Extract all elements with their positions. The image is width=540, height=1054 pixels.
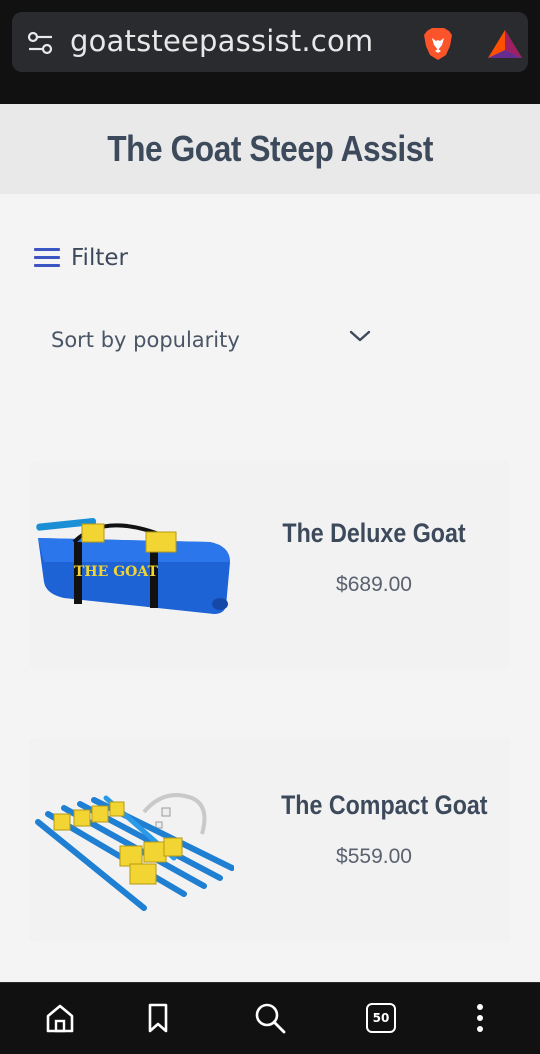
search-icon[interactable] bbox=[253, 1001, 287, 1035]
home-icon[interactable] bbox=[43, 1001, 77, 1035]
url-text[interactable]: goatsteepassist.com bbox=[70, 24, 373, 58]
tune-icon[interactable] bbox=[26, 28, 56, 58]
brave-lion-icon[interactable] bbox=[420, 26, 456, 62]
product-name[interactable]: The Compact Goat bbox=[281, 790, 487, 821]
product-price: $689.00 bbox=[336, 573, 412, 596]
product-name[interactable]: The Deluxe Goat bbox=[281, 518, 467, 549]
sort-selected-label: Sort by popularity bbox=[51, 328, 240, 352]
browser-bottom-bar: 50 bbox=[0, 982, 540, 1054]
site-title[interactable]: The Goat Steep Assist bbox=[107, 128, 433, 170]
filter-label: Filter bbox=[71, 245, 128, 271]
sort-select[interactable]: Sort by popularity bbox=[51, 320, 373, 360]
compact-goat-image[interactable] bbox=[34, 768, 234, 918]
bat-triangle-icon[interactable] bbox=[486, 28, 524, 60]
deluxe-goat-image[interactable]: THE GOAT bbox=[34, 502, 234, 622]
tabs-icon[interactable]: 50 bbox=[366, 1003, 396, 1033]
bookmark-icon[interactable] bbox=[141, 1001, 175, 1035]
bag-logo-text: THE GOAT bbox=[74, 564, 158, 580]
product-card[interactable]: The Compact Goat $559.00 bbox=[30, 738, 510, 942]
filter-button[interactable]: Filter bbox=[34, 240, 128, 276]
product-card[interactable]: THE GOAT The Deluxe Goat $689.00 bbox=[30, 462, 510, 668]
site-header: The Goat Steep Assist bbox=[0, 104, 540, 194]
chevron-down-icon bbox=[349, 330, 371, 342]
more-vertical-icon[interactable] bbox=[463, 1001, 497, 1035]
menu-icon bbox=[34, 248, 60, 268]
product-price: $559.00 bbox=[336, 845, 412, 868]
browser-top-bar: goatsteepassist.com bbox=[0, 0, 540, 104]
product-info: The Deluxe Goat $689.00 bbox=[266, 518, 482, 597]
address-bar[interactable]: goatsteepassist.com bbox=[12, 12, 528, 72]
product-info: The Compact Goat $559.00 bbox=[266, 790, 487, 869]
